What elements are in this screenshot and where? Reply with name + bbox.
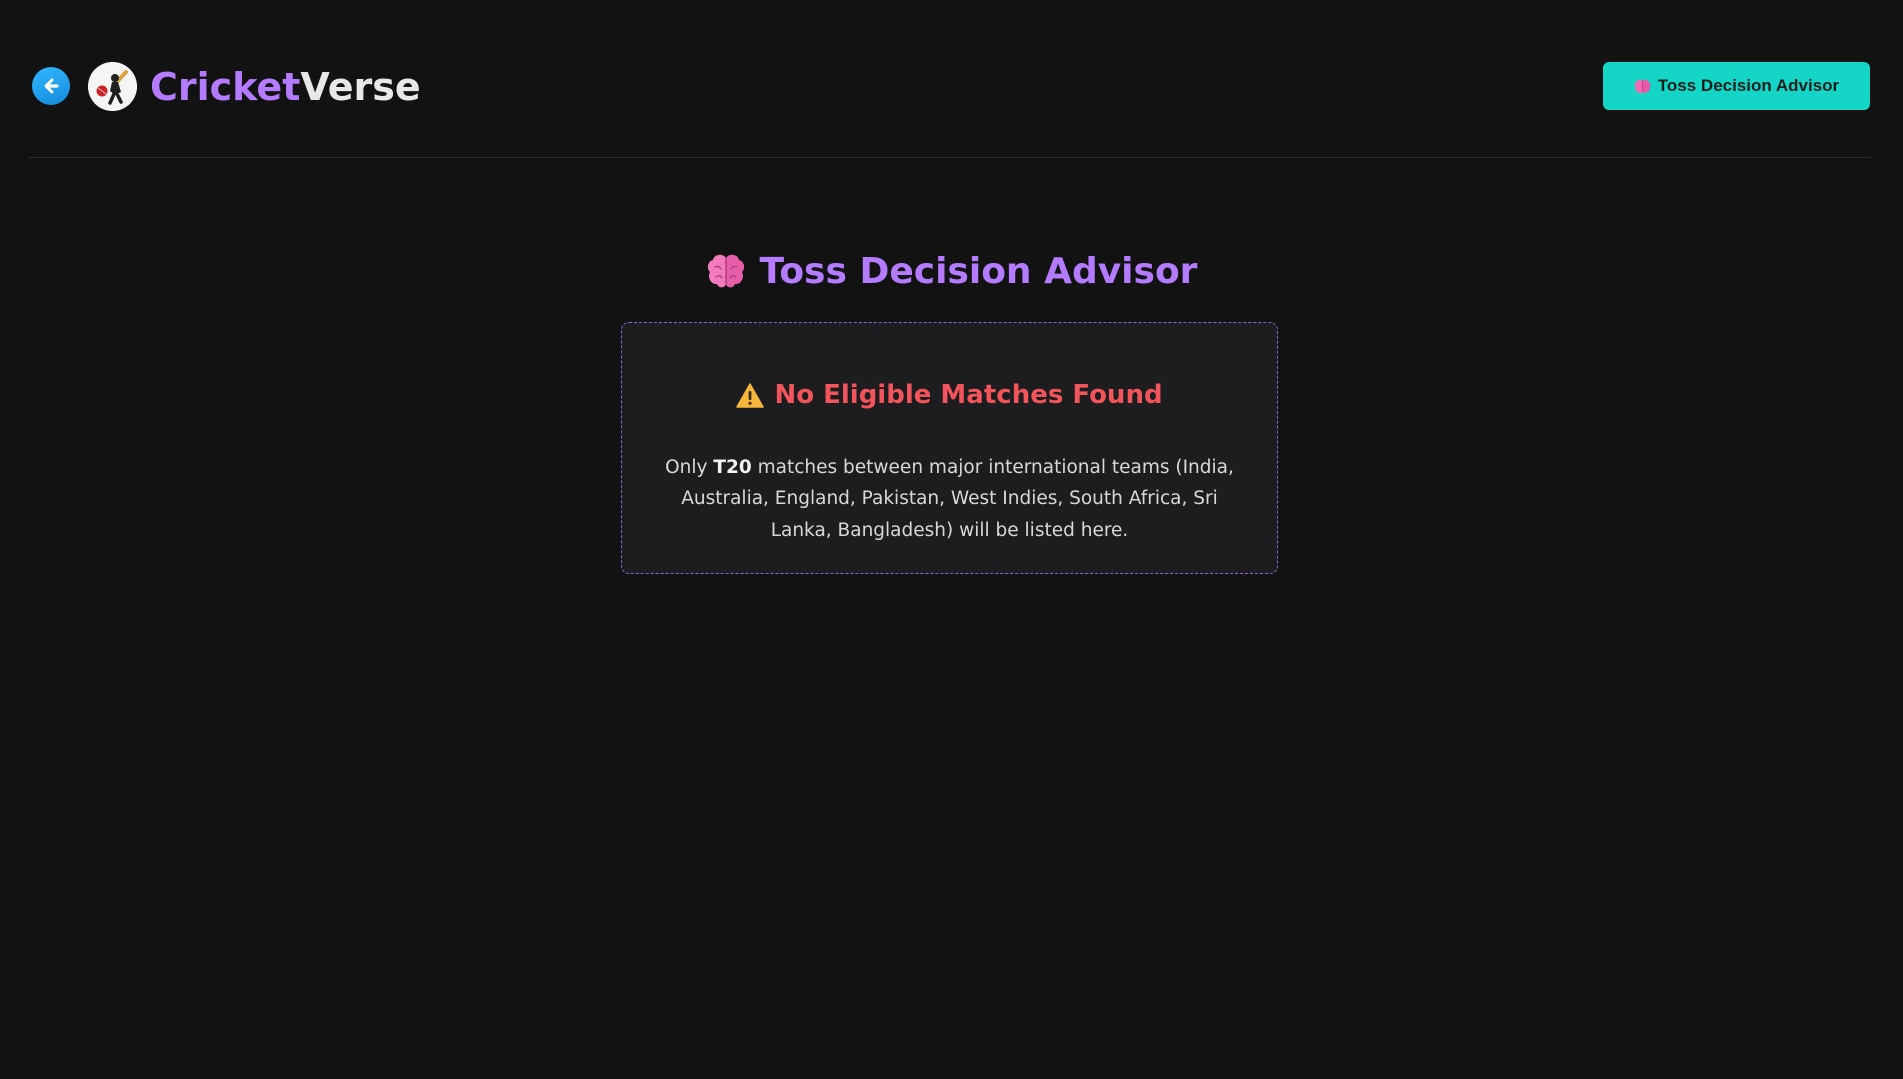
- description-prefix: Only: [665, 456, 714, 478]
- warning-icon: [736, 382, 765, 408]
- arrow-left-icon: [44, 78, 59, 94]
- no-matches-description: Only T20 matches between major internati…: [662, 452, 1237, 547]
- toss-decision-advisor-button-label: Toss Decision Advisor: [1657, 76, 1840, 95]
- no-matches-card: No Eligible Matches Found Only T20 match…: [621, 322, 1278, 574]
- header: Cricket Verse Toss Decision Advisor: [29, 0, 1871, 158]
- brand-name: Cricket Verse: [150, 60, 421, 114]
- cricket-batsman-logo: [88, 62, 137, 111]
- page-title: Toss Decision Advisor: [0, 243, 1903, 299]
- brain-icon: [707, 254, 744, 288]
- brain-icon: [1634, 79, 1651, 93]
- logo-image: [88, 62, 137, 111]
- brand-name-verse: Verse: [300, 65, 421, 109]
- toss-decision-advisor-button[interactable]: Toss Decision Advisor: [1603, 62, 1870, 110]
- brand-name-cricket: Cricket: [150, 65, 301, 109]
- no-matches-heading: No Eligible Matches Found: [622, 375, 1277, 415]
- page: Cricket Verse Toss Decision Advisor Toss …: [0, 0, 1903, 1079]
- description-format: T20: [713, 456, 752, 478]
- description-suffix: matches between major international team…: [681, 456, 1234, 541]
- page-title-text: Toss Decision Advisor: [759, 250, 1198, 292]
- no-matches-heading-text: No Eligible Matches Found: [774, 380, 1163, 410]
- back-button[interactable]: [32, 67, 70, 105]
